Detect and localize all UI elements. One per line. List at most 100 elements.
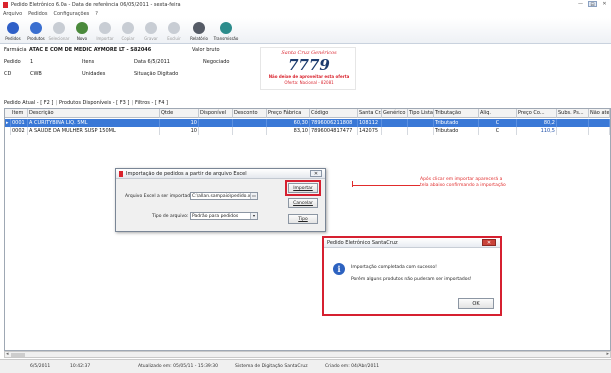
toolbar-button-gravar[interactable]: Gravar <box>140 19 162 43</box>
tab-pedido-atual[interactable]: Pedido Atual - [ F2 ] <box>4 100 53 106</box>
farmacia-label: Farmácia <box>4 47 27 53</box>
import-button[interactable]: Importar <box>285 180 321 196</box>
ok-button[interactable]: OK <box>458 298 494 309</box>
browse-icon[interactable]: ▭ <box>250 193 257 199</box>
toolbar-button-excluir[interactable]: Excluir <box>163 19 185 43</box>
table-row[interactable]: ▸ 0001 A CURITYBINA LIQ. 5ML 10 60,30 7896006… <box>5 119 610 127</box>
horizontal-scrollbar[interactable]: ◂ ▸ <box>4 351 611 358</box>
cell-desconto <box>233 127 267 135</box>
status-bar: 6/5/2011 10:42:37 Atualizado em: 05/05/1… <box>0 359 611 373</box>
cell-subs <box>557 119 589 127</box>
menu-pedidos[interactable]: Pedidos <box>28 11 47 17</box>
minimize-button[interactable]: — <box>576 1 585 7</box>
maximize-button[interactable]: ⊟ <box>588 1 597 8</box>
itens-label: Itens <box>82 59 95 65</box>
cell-nao-atendido <box>589 127 610 135</box>
cell-tributacao: Tributado <box>434 127 479 135</box>
cell-desconto <box>233 119 267 127</box>
offer-line1: Não deixe de aproveitar esta oferta <box>268 74 350 79</box>
cell-tributacao: Tributado <box>434 119 479 127</box>
menu-arquivo[interactable]: Arquivo <box>3 11 22 17</box>
unidades-label: Unidades <box>82 71 106 77</box>
cell-generico <box>382 127 408 135</box>
toolbar-button-label: Novo <box>76 36 88 41</box>
import-dialog-titlebar: Importação de pedidos a partir de arquiv… <box>116 169 325 179</box>
column-header[interactable]: Preço Co... <box>517 109 557 118</box>
toolbar-button-novo[interactable]: Novo <box>71 19 93 43</box>
cell-santa-cr: 142075 <box>358 127 382 135</box>
column-header[interactable]: Desconto <box>233 109 267 118</box>
table-row[interactable]: 0002 A SAUDE DA MULHER SUSP 150ML 10 83,10 7… <box>5 127 610 135</box>
tab-filtros[interactable]: Filtros - [ F4 ] <box>135 100 168 106</box>
column-header[interactable]: Qtde <box>160 109 199 118</box>
cell-tipo-lista <box>408 119 434 127</box>
column-header[interactable]: Aliq. <box>479 109 517 118</box>
data-label: Data 6/5/2011 <box>134 59 170 65</box>
column-header[interactable]: Tipo Lista <box>408 109 434 118</box>
cell-qtde: 10 <box>160 119 199 127</box>
copiar-icon <box>122 22 134 34</box>
chevron-down-icon[interactable]: ▾ <box>250 213 257 219</box>
cell-preco-co: 110,5 <box>517 127 557 135</box>
toolbar-button-pedidos[interactable]: Pedidos <box>2 19 24 43</box>
column-header[interactable]: Subs. Ps... <box>557 109 589 118</box>
toolbar-button-transmissao[interactable]: Transmissão <box>213 19 239 43</box>
column-header[interactable]: Item <box>11 109 28 118</box>
file-path-value: C:\allan.sampaio\pedido.xlsx <box>192 194 257 199</box>
column-header[interactable]: Disponível <box>199 109 233 118</box>
situacao-label: Situação Digitado <box>134 71 179 77</box>
offer-line2: Oferta: Nacional - 82081 <box>284 80 334 85</box>
cell-item: 0002 <box>11 127 28 135</box>
warning-message: Porém alguns produtos não puderam ser im… <box>351 277 472 282</box>
column-header[interactable]: Santa Cr. <box>358 109 382 118</box>
gravar-icon <box>145 22 157 34</box>
scroll-right-arrow-icon[interactable]: ▸ <box>606 352 609 357</box>
cell-preco-fabrica: 60,30 <box>267 119 310 127</box>
toolbar-button-importar[interactable]: Importar <box>94 19 116 43</box>
annotation-arrow <box>352 185 420 186</box>
import-dialog-close-button[interactable]: ✕ <box>310 170 322 177</box>
toolbar: Pedidos Produtos Selecionar Novo Importar Cop… <box>0 18 611 44</box>
offer-banner[interactable]: Santa Cruz Genéricos 7779 Não deixe de a… <box>260 47 356 90</box>
file-path-input[interactable]: C:\allan.sampaio\pedido.xlsx ▭ <box>190 192 258 200</box>
cell-codigo: 7896006211808 <box>310 119 358 127</box>
toolbar-button-label: Transmissão <box>213 36 239 41</box>
scroll-thumb[interactable] <box>11 353 25 357</box>
success-dialog-close-button[interactable]: ✕ <box>482 239 496 246</box>
type-button[interactable]: Tipo <box>288 214 318 224</box>
column-header[interactable]: Genérico <box>382 109 408 118</box>
cell-aliq: C <box>479 127 517 135</box>
tab-separator: | <box>55 99 58 106</box>
type-select[interactable]: Padrão para pedidos ▾ <box>190 212 258 220</box>
selecionar-icon <box>53 22 65 34</box>
cancel-button[interactable]: Cancelar <box>288 198 318 208</box>
status-time: 10:42:37 <box>70 364 91 369</box>
toolbar-button-label: Copiar <box>121 36 135 41</box>
menu-configuracoes[interactable]: Configurações <box>53 11 89 17</box>
cd-label: CD <box>4 71 12 77</box>
status-created: Criado em: 04/Abr/2011 <box>325 364 380 369</box>
produtos-icon <box>30 22 42 34</box>
status-updated: Atualizado em: 05/05/11 - 15:39:30 <box>138 364 219 369</box>
toolbar-button-produtos[interactable]: Produtos <box>25 19 47 43</box>
toolbar-button-relatorio[interactable]: Relatório <box>186 19 212 43</box>
pedido-label: Pedido <box>4 59 21 65</box>
column-header[interactable]: Descrição <box>28 109 160 118</box>
tab-produtos-disponiveis[interactable]: Produtos Disponíveis - [ F3 ] <box>59 100 129 106</box>
success-dialog-titlebar: Pedido Eletrônico SantaCruz ✕ <box>324 238 500 248</box>
column-header[interactable]: Não atendido <box>589 109 610 118</box>
scroll-left-arrow-icon[interactable]: ◂ <box>6 352 9 357</box>
column-header[interactable]: Tributação <box>434 109 479 118</box>
success-dialog: Pedido Eletrônico SantaCruz ✕ i Importaç… <box>322 236 502 316</box>
menu-help[interactable]: ? <box>95 11 98 17</box>
toolbar-button-selecionar[interactable]: Selecionar <box>48 19 70 43</box>
toolbar-button-label: Selecionar <box>48 36 70 41</box>
cell-aliq: C <box>479 119 517 127</box>
cell-tipo-lista <box>408 127 434 135</box>
column-header[interactable]: Código <box>310 109 358 118</box>
toolbar-button-copiar[interactable]: Copiar <box>117 19 139 43</box>
valor-bruto-label: Valor bruto <box>192 47 220 53</box>
column-header[interactable]: Preço Fábrica <box>267 109 310 118</box>
window-title: Pedido Eletrônico 6.0a - Data de referên… <box>11 2 181 8</box>
close-button[interactable]: ✕ <box>600 1 609 7</box>
